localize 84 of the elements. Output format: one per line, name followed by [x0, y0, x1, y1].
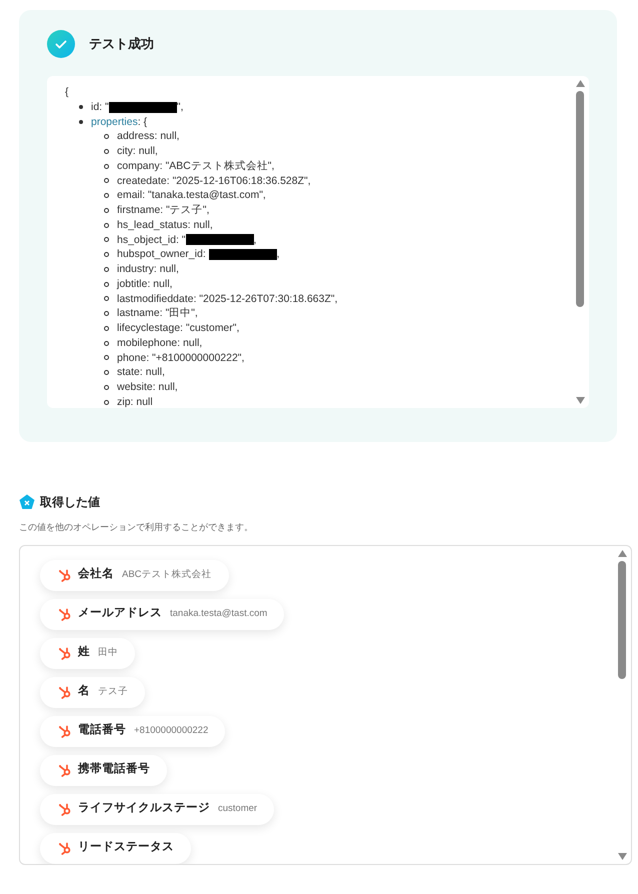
- chip-label: 姓: [78, 644, 90, 660]
- section-description: この値を他のオペレーションで利用することができます。: [19, 521, 254, 534]
- bullet-icon: [104, 193, 109, 198]
- bullet-icon: [104, 164, 109, 169]
- code-line: email: "tanaka.testa@tast.com",: [117, 188, 266, 203]
- sprocket-icon: [58, 607, 72, 621]
- value-chip[interactable]: リードステータス: [40, 832, 191, 864]
- code-line: zip: null: [117, 394, 153, 408]
- value-chip[interactable]: 携帯電話番号: [40, 754, 167, 786]
- bullet-icon: [104, 340, 109, 346]
- sprocket-icon: [58, 724, 72, 738]
- bullet-icon: [104, 296, 109, 302]
- code-line: createdate: "2025-12-16T06:18:36.528Z",: [117, 174, 311, 188]
- chip-value: 田中: [98, 646, 118, 660]
- check-icon: [47, 30, 75, 58]
- code-line: hs_lead_status: null,: [117, 218, 213, 232]
- code-line: mobilephone: null,: [117, 336, 202, 350]
- code-line: lastmodifieddate: "2025-12-26T07:30:18.663Z",: [117, 292, 338, 306]
- result-title: テスト成功: [89, 35, 154, 54]
- bullet-icon: [104, 208, 109, 213]
- chip-value: tanaka.testa@tast.com: [170, 606, 268, 621]
- code-line: company: "ABCテスト株式会社",: [117, 158, 274, 174]
- value-chip[interactable]: メールアドレス tanaka.testa@tast.com: [40, 598, 284, 630]
- code-line: lastname: "田中",: [117, 306, 198, 321]
- bullet-icon: [104, 148, 109, 154]
- bullet-icon: [104, 178, 109, 184]
- code-line: industry: null,: [117, 262, 179, 277]
- chip-value: customer: [218, 802, 258, 816]
- chip-label: ライフサイクルステージ: [78, 801, 210, 816]
- value-chip[interactable]: 会社名 ABCテスト株式会社: [40, 560, 229, 590]
- scrollbar-thumb[interactable]: [618, 560, 626, 678]
- sprocket-icon: [58, 841, 72, 855]
- bullet-icon: [79, 120, 83, 124]
- scroll-up-icon[interactable]: [576, 80, 584, 87]
- bullet-icon: [104, 311, 109, 316]
- code-line: address: null,: [117, 129, 180, 144]
- bullet-icon: [104, 266, 109, 272]
- bullet-icon: [104, 326, 109, 331]
- code-line: hs_object_id: " ,: [117, 232, 256, 248]
- bullet-icon: [79, 105, 83, 110]
- bullet-icon: [104, 252, 109, 258]
- pentagon-x-icon: [19, 494, 35, 510]
- code-line: properties: {: [91, 114, 148, 130]
- value-chip[interactable]: 姓 田中: [40, 638, 135, 668]
- scroll-down-icon[interactable]: [618, 852, 626, 860]
- sprocket-icon: [58, 802, 72, 816]
- chip-value: ABCテスト株式会社: [122, 568, 212, 582]
- value-chip[interactable]: 電話番号 +8100000000222: [40, 716, 226, 746]
- bullet-icon: [104, 134, 109, 140]
- section-title: 取得した値: [40, 494, 100, 511]
- code-line: state: null,: [117, 365, 165, 380]
- chip-label: リードステータス: [78, 840, 174, 856]
- bullet-icon: [104, 355, 109, 360]
- code-line: id: " ",: [91, 100, 184, 114]
- bullet-icon: [104, 237, 109, 242]
- bullet-icon: [104, 370, 109, 376]
- scroll-up-icon[interactable]: [618, 550, 626, 556]
- chip-value: +8100000000222: [134, 724, 208, 738]
- code-line: hubspot_owner_id: ,: [117, 247, 280, 262]
- sprocket-icon: [58, 568, 72, 582]
- chip-value: テス子: [98, 684, 128, 699]
- chip-label: 会社名: [78, 566, 114, 582]
- code-line: city: null,: [117, 144, 158, 159]
- bullet-icon: [104, 222, 109, 228]
- sprocket-icon: [58, 763, 72, 777]
- chip-label: メールアドレス: [78, 606, 162, 622]
- value-chip[interactable]: ライフサイクルステージ customer: [40, 794, 274, 824]
- sprocket-icon: [58, 646, 72, 660]
- bullet-icon: [104, 384, 109, 390]
- chip-label: 電話番号: [78, 722, 126, 738]
- code-line: lifecyclestage: "customer",: [117, 321, 240, 336]
- scroll-down-icon[interactable]: [576, 397, 584, 404]
- code-line: phone: "+8100000000222",: [117, 350, 244, 366]
- code-line: website: null,: [117, 380, 178, 395]
- chip-label: 携帯電話番号: [78, 761, 150, 778]
- code-line: firstname: "テス子",: [117, 203, 210, 218]
- bullet-icon: [104, 400, 109, 405]
- code-line: jobtitle: null,: [117, 276, 172, 292]
- bullet-icon: [104, 282, 109, 287]
- scrollbar-thumb[interactable]: [576, 91, 584, 307]
- value-chip[interactable]: 名 テス子: [40, 676, 145, 708]
- sprocket-icon: [58, 685, 72, 699]
- chip-label: 名: [78, 684, 90, 700]
- code-line: {: [65, 85, 70, 100]
